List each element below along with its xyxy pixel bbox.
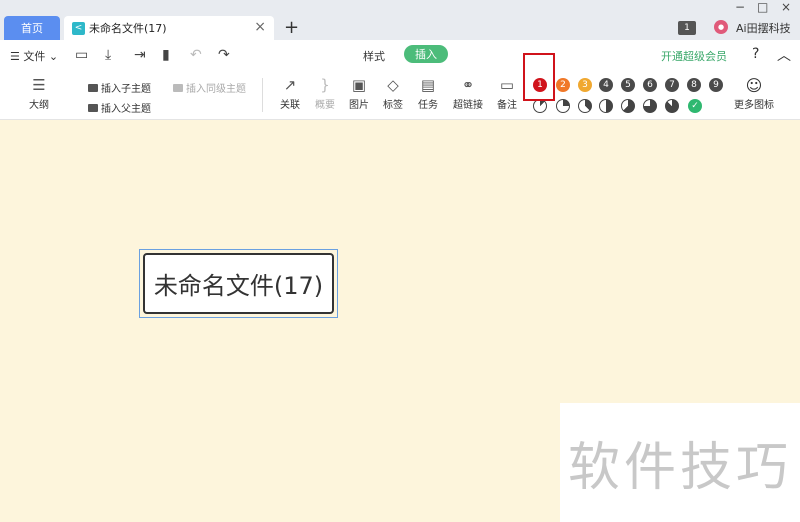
vip-link[interactable]: 开通超级会员 <box>661 48 727 64</box>
summary-label: 概要 <box>315 100 335 111</box>
format-painter-icon[interactable]: ▮ <box>162 47 170 63</box>
image-button[interactable]: ▣ 图片 <box>342 76 376 111</box>
hyperlink-label: 超链接 <box>453 100 483 111</box>
outline-label: 大纲 <box>29 100 49 111</box>
export-icon[interactable]: ⇥ <box>134 47 146 63</box>
outline-button[interactable]: ☰ 大纲 <box>22 76 56 111</box>
watermark: 软件技巧 <box>560 403 800 522</box>
file-menu[interactable]: ☰ 文件 ⌄ <box>10 48 58 64</box>
tab-style[interactable]: 样式 <box>363 48 385 64</box>
minimize-button[interactable]: − <box>735 0 745 14</box>
tag-icon: ◇ <box>387 76 399 94</box>
divider <box>262 78 263 112</box>
insert-parent-label: 插入父主题 <box>101 104 151 115</box>
help-icon[interactable]: ? <box>752 46 759 62</box>
save-icon[interactable]: ▭ <box>75 47 88 63</box>
priority-6-icon[interactable]: 6 <box>643 78 657 92</box>
tab-close-icon[interactable]: × <box>254 19 266 35</box>
progress-half-icon[interactable] <box>599 99 613 113</box>
relation-arrow-icon: ↗ <box>283 76 297 94</box>
app-window: 首页 < 未命名文件(17) × + − □ × 1 ● Ai田摆科技 ☰ 文件… <box>0 0 800 522</box>
undo-icon[interactable]: ↶ <box>190 47 202 63</box>
tag-button[interactable]: ◇ 标签 <box>376 76 410 111</box>
summary-brace-icon: } <box>320 76 330 94</box>
priority-highlight-annotation <box>523 53 555 101</box>
link-icon: ⚭ <box>461 76 475 94</box>
progress-quarter-icon[interactable] <box>556 99 570 113</box>
mindmap-file-icon: < <box>72 21 85 35</box>
relation-label: 关联 <box>280 100 300 111</box>
progress-five-eighths-icon[interactable] <box>621 99 635 113</box>
insert-child-button[interactable]: 插入子主题 <box>88 80 151 95</box>
progress-three-eighths-icon[interactable] <box>578 99 592 113</box>
root-topic-selection[interactable]: 未命名文件(17) <box>139 249 338 318</box>
insert-sibling-label: 插入同级主题 <box>186 84 246 95</box>
note-button[interactable]: ▭ 备注 <box>490 76 524 111</box>
download-icon[interactable]: ⤓ <box>105 47 111 63</box>
priority-7-icon[interactable]: 7 <box>665 78 679 92</box>
main-toolbar: ☰ 文件 ⌄ ▭ ⤓ ⇥ ▮ ↶ ↷ 样式 插入 开通超级会员 ? ︿ <box>0 40 800 70</box>
insert-parent-icon <box>88 103 98 112</box>
priority-2-icon[interactable]: 2 <box>556 78 570 92</box>
image-icon: ▣ <box>351 76 367 94</box>
insert-ribbon: ☰ 大纲 插入子主题 插入父主题 插入同级主题 ↗ 关联 } 概要 ▣ 图片 ◇… <box>0 70 800 120</box>
more-icons-label: 更多图标 <box>734 100 774 111</box>
root-topic[interactable]: 未命名文件(17) <box>143 253 334 314</box>
collapse-toolbar-icon[interactable]: ︿ <box>777 45 791 65</box>
insert-child-icon <box>88 83 98 92</box>
progress-start-icon[interactable] <box>533 99 547 113</box>
note-label: 备注 <box>497 100 517 111</box>
outline-icon: ☰ <box>32 76 46 94</box>
tab-document-label: 未命名文件(17) <box>89 22 167 35</box>
tab-home[interactable]: 首页 <box>4 16 60 40</box>
task-icon: ▤ <box>420 76 436 94</box>
tab-document[interactable]: < 未命名文件(17) × <box>64 16 274 40</box>
task-label: 任务 <box>418 100 438 111</box>
new-tab-button[interactable]: + <box>284 17 299 38</box>
priority-5-icon[interactable]: 5 <box>621 78 635 92</box>
priority-4-icon[interactable]: 4 <box>599 78 613 92</box>
username[interactable]: Ai田摆科技 <box>736 20 791 36</box>
redo-icon[interactable]: ↷ <box>218 47 230 63</box>
summary-button[interactable]: } 概要 <box>308 76 342 111</box>
progress-complete-icon[interactable]: ✓ <box>688 99 702 113</box>
insert-sibling-icon <box>173 83 183 92</box>
more-icons-button[interactable]: ☺ 更多图标 <box>733 76 775 111</box>
note-icon: ▭ <box>499 76 515 94</box>
window-close-button[interactable]: × <box>781 0 791 14</box>
avatar[interactable]: ● <box>714 20 728 34</box>
priority-3-icon[interactable]: 3 <box>578 78 592 92</box>
priority-9-icon[interactable]: 9 <box>709 78 723 92</box>
maximize-button[interactable]: □ <box>757 0 768 14</box>
priority-8-icon[interactable]: 8 <box>687 78 701 92</box>
relation-button[interactable]: ↗ 关联 <box>273 76 307 111</box>
tab-bar: 首页 < 未命名文件(17) × + − □ × 1 ● Ai田摆科技 <box>0 0 800 40</box>
smiley-icon: ☺ <box>745 76 763 95</box>
image-label: 图片 <box>349 100 369 111</box>
notification-badge[interactable]: 1 <box>678 21 696 35</box>
insert-child-label: 插入子主题 <box>101 84 151 95</box>
tab-insert[interactable]: 插入 <box>404 45 448 63</box>
progress-seven-eighths-icon[interactable] <box>665 99 679 113</box>
progress-three-quarters-icon[interactable] <box>643 99 657 113</box>
task-button[interactable]: ▤ 任务 <box>411 76 445 111</box>
insert-parent-button[interactable]: 插入父主题 <box>88 100 151 115</box>
tag-label: 标签 <box>383 100 403 111</box>
hyperlink-button[interactable]: ⚭ 超链接 <box>450 76 486 111</box>
insert-sibling-button[interactable]: 插入同级主题 <box>173 80 246 95</box>
